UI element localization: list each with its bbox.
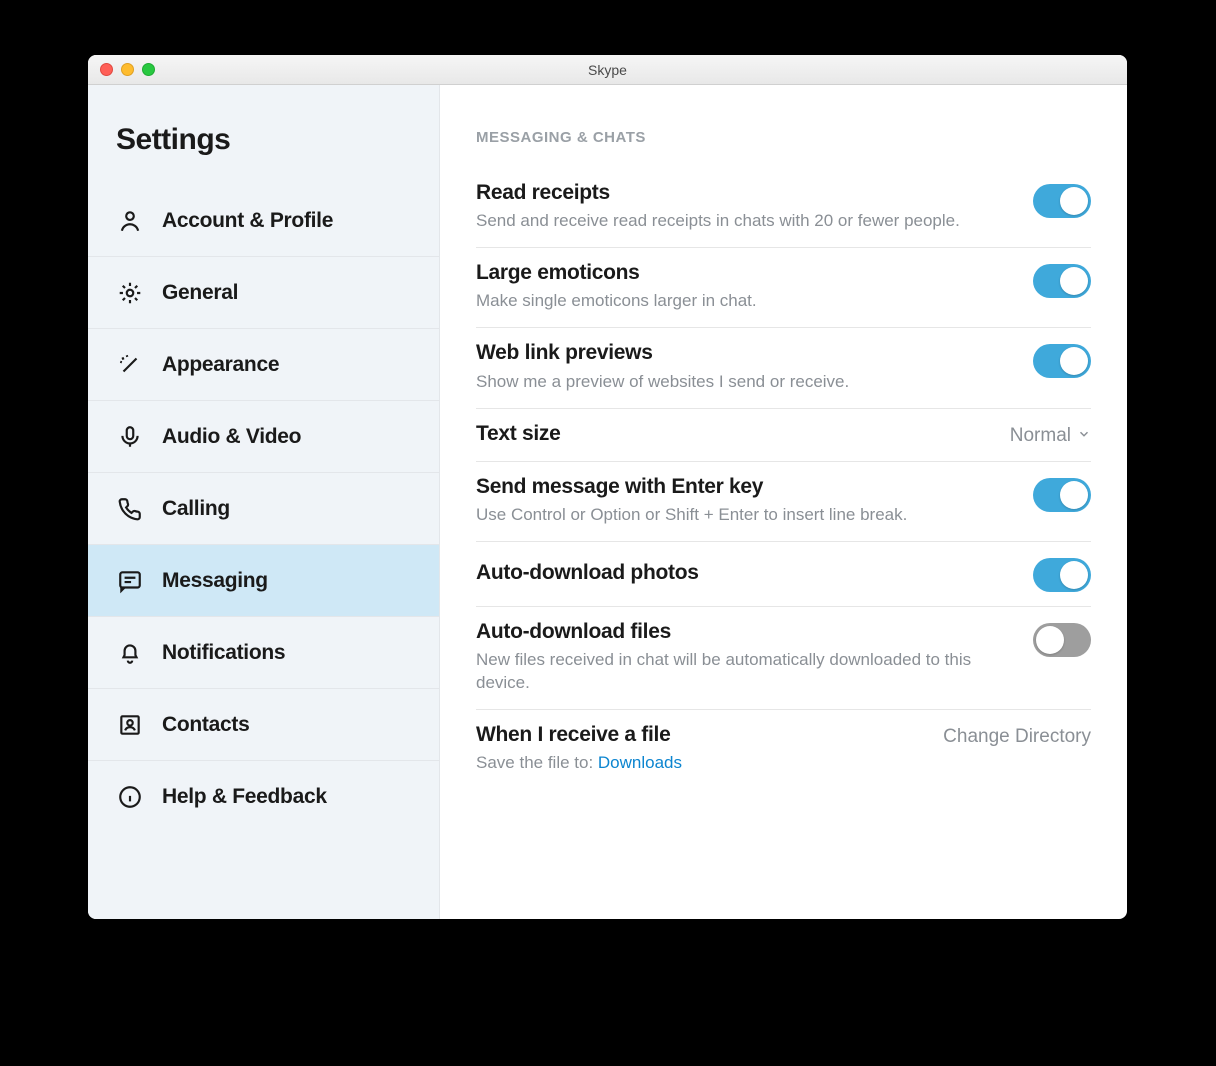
sidebar-item-label: Appearance (144, 353, 279, 377)
sidebar: Settings Account & Profile General Appea… (88, 85, 440, 919)
sidebar-item-contacts[interactable]: Contacts (88, 689, 439, 761)
sidebar-item-general[interactable]: General (88, 257, 439, 329)
sidebar-item-label: Help & Feedback (144, 785, 327, 809)
setting-desc: Save the file to: Downloads (476, 752, 923, 775)
save-file-prefix: Save the file to: (476, 753, 598, 772)
sidebar-item-label: Calling (144, 497, 230, 521)
toggle-auto-download-files[interactable] (1033, 623, 1091, 657)
content-panel: MESSAGING & CHATS Read receipts Send and… (440, 85, 1127, 919)
setting-title: Large emoticons (476, 260, 1013, 286)
sidebar-item-calling[interactable]: Calling (88, 473, 439, 545)
toggle-large-emoticons[interactable] (1033, 264, 1091, 298)
setting-title: When I receive a file (476, 722, 923, 748)
setting-desc: Show me a preview of websites I send or … (476, 371, 1013, 394)
setting-desc: Use Control or Option or Shift + Enter t… (476, 504, 1013, 527)
toggle-web-link-previews[interactable] (1033, 344, 1091, 378)
toggle-auto-download-photos[interactable] (1033, 558, 1091, 592)
sidebar-item-help[interactable]: Help & Feedback (88, 761, 439, 833)
toggle-read-receipts[interactable] (1033, 184, 1091, 218)
sidebar-item-label: Audio & Video (144, 425, 301, 449)
setting-title: Send message with Enter key (476, 474, 1013, 500)
chevron-down-icon (1077, 425, 1091, 447)
toggle-send-with-enter[interactable] (1033, 478, 1091, 512)
contacts-icon (116, 711, 144, 739)
select-value-label: Normal (1010, 425, 1071, 447)
setting-text-size: Text size Normal (476, 409, 1091, 462)
sidebar-item-messaging[interactable]: Messaging (88, 545, 439, 617)
setting-title: Auto-download photos (476, 560, 1013, 586)
setting-send-with-enter: Send message with Enter key Use Control … (476, 462, 1091, 542)
gear-icon (116, 279, 144, 307)
setting-desc: New files received in chat will be autom… (476, 649, 1013, 695)
setting-receive-file: When I receive a file Save the file to: … (476, 710, 1091, 789)
setting-desc: Send and receive read receipts in chats … (476, 210, 1013, 233)
setting-title: Web link previews (476, 340, 1013, 366)
mic-icon (116, 423, 144, 451)
sidebar-item-label: General (144, 281, 238, 305)
window-close-button[interactable] (100, 63, 113, 76)
sidebar-item-appearance[interactable]: Appearance (88, 329, 439, 401)
setting-auto-download-files: Auto-download files New files received i… (476, 607, 1091, 710)
window-title: Skype (88, 62, 1127, 78)
change-directory-button[interactable]: Change Directory (943, 726, 1091, 748)
setting-title: Read receipts (476, 180, 1013, 206)
sidebar-item-account[interactable]: Account & Profile (88, 185, 439, 257)
sidebar-item-label: Contacts (144, 713, 249, 737)
window-zoom-button[interactable] (142, 63, 155, 76)
bell-icon (116, 639, 144, 667)
setting-title: Auto-download files (476, 619, 1013, 645)
setting-read-receipts: Read receipts Send and receive read rece… (476, 168, 1091, 248)
info-icon (116, 783, 144, 811)
page-title: Settings (88, 85, 439, 185)
downloads-link[interactable]: Downloads (598, 753, 682, 772)
section-heading: MESSAGING & CHATS (476, 129, 1091, 146)
sidebar-item-label: Notifications (144, 641, 285, 665)
sidebar-item-audio-video[interactable]: Audio & Video (88, 401, 439, 473)
setting-desc: Make single emoticons larger in chat. (476, 290, 1013, 313)
app-window: Skype Settings Account & Profile General (88, 55, 1127, 919)
setting-web-link-previews: Web link previews Show me a preview of w… (476, 328, 1091, 408)
setting-large-emoticons: Large emoticons Make single emoticons la… (476, 248, 1091, 328)
wand-icon (116, 351, 144, 379)
sidebar-item-label: Messaging (144, 569, 268, 593)
traffic-lights (88, 63, 155, 76)
setting-auto-download-photos: Auto-download photos (476, 542, 1091, 607)
sidebar-item-notifications[interactable]: Notifications (88, 617, 439, 689)
phone-icon (116, 495, 144, 523)
setting-title: Text size (476, 421, 990, 447)
chat-icon (116, 567, 144, 595)
person-icon (116, 207, 144, 235)
select-text-size[interactable]: Normal (1010, 425, 1091, 447)
body: Settings Account & Profile General Appea… (88, 85, 1127, 919)
window-minimize-button[interactable] (121, 63, 134, 76)
sidebar-item-label: Account & Profile (144, 209, 333, 233)
titlebar: Skype (88, 55, 1127, 85)
